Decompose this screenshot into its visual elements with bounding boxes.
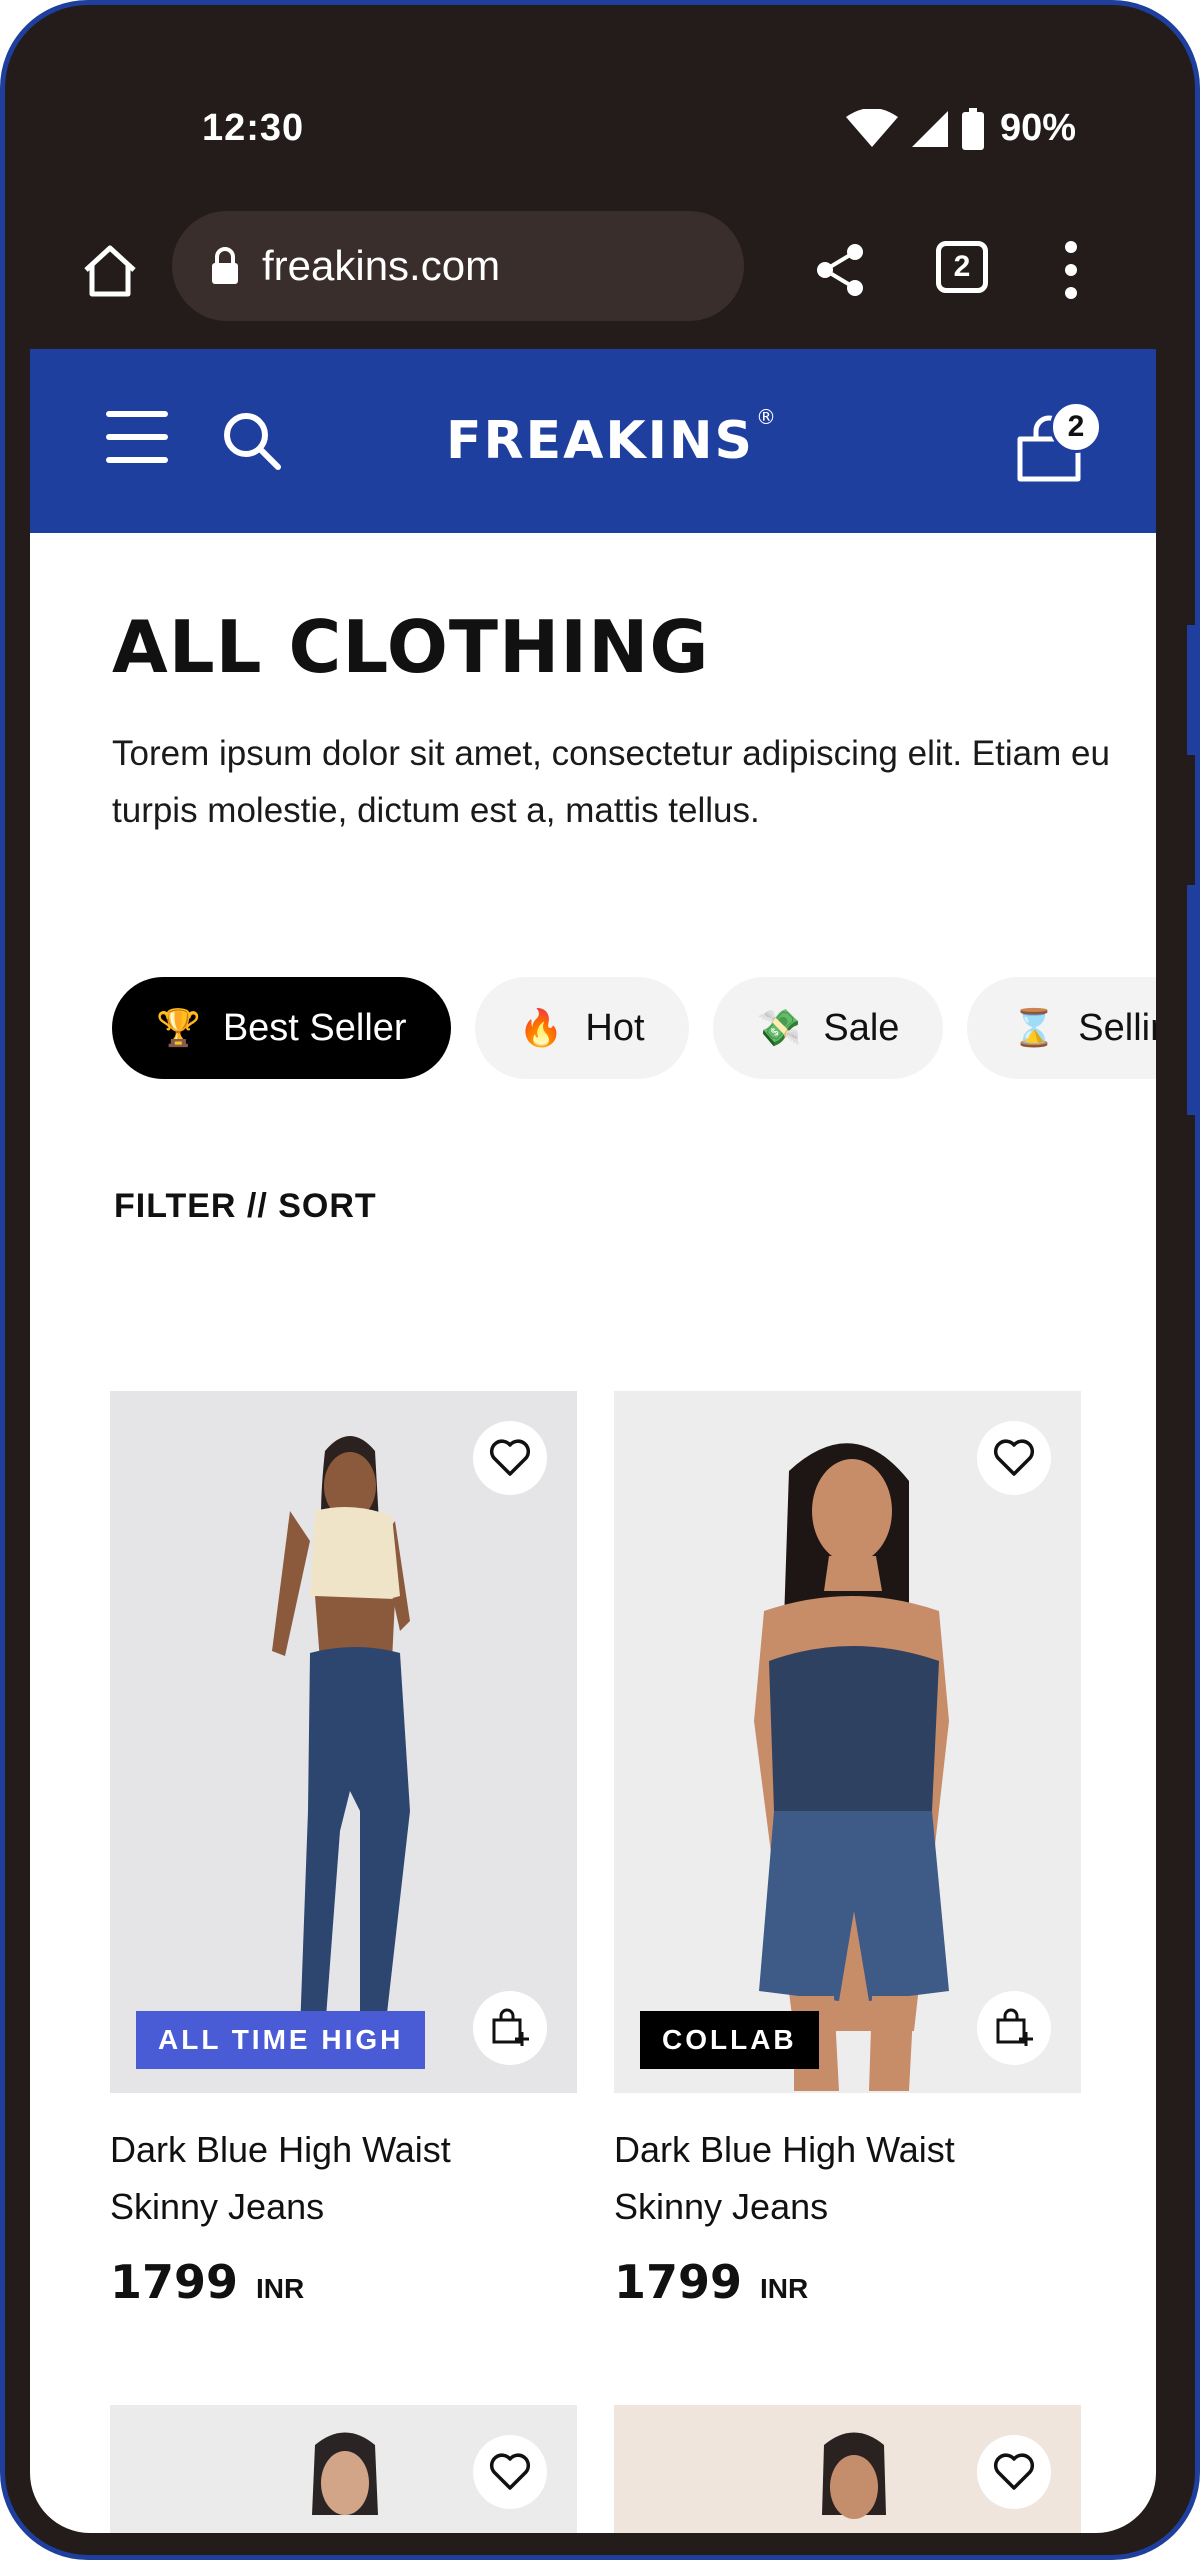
browser-toolbar: freakins.com 2 bbox=[30, 201, 1156, 349]
product-badge: COLLAB bbox=[640, 2011, 819, 2069]
cart-count-badge: 2 bbox=[1050, 401, 1102, 453]
chip-label: Best Seller bbox=[222, 1006, 407, 1049]
price-currency: INR bbox=[256, 2273, 305, 2304]
bag-plus-icon bbox=[492, 2008, 529, 2046]
home-icon bbox=[84, 245, 136, 297]
add-to-bag-button[interactable] bbox=[977, 1991, 1051, 2065]
lock-icon bbox=[212, 247, 238, 284]
share-icon bbox=[817, 244, 863, 296]
heart-icon bbox=[993, 2453, 1035, 2490]
heart-icon bbox=[489, 1439, 531, 1476]
volume-button bbox=[1187, 625, 1195, 755]
power-button bbox=[1187, 885, 1195, 1115]
logo-text: FREAKINS bbox=[446, 411, 754, 471]
battery-icon bbox=[961, 107, 984, 150]
heart-icon bbox=[489, 2453, 531, 2490]
price-currency: INR bbox=[760, 2273, 809, 2304]
wishlist-button[interactable] bbox=[473, 1421, 547, 1495]
page-description: Torem ipsum dolor sit amet, consectetur … bbox=[112, 734, 1110, 830]
screen: 12:30 90% freakins.com 2 FREAKINS ® 2 AL… bbox=[30, 5, 1156, 2533]
wishlist-button[interactable] bbox=[473, 2435, 547, 2509]
battery-percent: 90% bbox=[999, 107, 1076, 149]
product-card[interactable]: ALL TIME HIGH Dark Blue High Waist Skinn… bbox=[110, 1391, 577, 2309]
product-image[interactable] bbox=[614, 2405, 1081, 2533]
product-badge: ALL TIME HIGH bbox=[136, 2011, 426, 2069]
browser-menu-button[interactable] bbox=[1056, 235, 1086, 305]
heart-icon bbox=[993, 1439, 1035, 1476]
tab-switcher-button[interactable]: 2 bbox=[936, 241, 988, 293]
price-amount: 1799 bbox=[614, 2255, 743, 2309]
chip-hot[interactable]: 🔥 Hot bbox=[474, 977, 689, 1079]
wishlist-button[interactable] bbox=[977, 2435, 1051, 2509]
product-price: 1799 INR bbox=[110, 2255, 577, 2309]
url-text: freakins.com bbox=[262, 242, 501, 289]
product-name[interactable]: Dark Blue High Waist Skinny Jeans bbox=[110, 2121, 550, 2235]
add-to-bag-button[interactable] bbox=[473, 1991, 547, 2065]
site-header: FREAKINS ® 2 bbox=[30, 349, 1156, 533]
wishlist-button[interactable] bbox=[977, 1421, 1051, 1495]
home-button[interactable] bbox=[72, 233, 148, 309]
chip-label: Sale bbox=[823, 1006, 900, 1049]
device-frame: 12:30 90% freakins.com 2 FREAKINS ® 2 AL… bbox=[0, 0, 1200, 2560]
category-chips: 🏆 Best Seller 🔥 Hot 💸 Sale ⌛ Selling Fas… bbox=[112, 977, 1156, 1081]
status-icons: 90% bbox=[845, 107, 1076, 150]
fire-icon: 🔥 bbox=[518, 1007, 564, 1048]
price-amount: 1799 bbox=[110, 2255, 239, 2309]
money-icon: 💸 bbox=[756, 1007, 802, 1048]
share-button[interactable] bbox=[806, 235, 876, 305]
hourglass-icon: ⌛ bbox=[1011, 1007, 1057, 1048]
chip-label: Hot bbox=[585, 1006, 645, 1049]
filter-sort-button[interactable]: FILTER // SORT bbox=[114, 1187, 377, 1226]
model-photo bbox=[110, 1391, 577, 2093]
menu-button[interactable] bbox=[106, 411, 168, 463]
status-bar: 12:30 90% bbox=[30, 5, 1156, 201]
bag-plus-icon bbox=[996, 2008, 1033, 2046]
product-price: 1799 INR bbox=[614, 2255, 1081, 2309]
wifi-icon bbox=[845, 108, 898, 147]
registered-mark: ® bbox=[755, 405, 778, 429]
chip-label: Selling Fast bbox=[1078, 1006, 1156, 1049]
trophy-icon: 🏆 bbox=[156, 1007, 201, 1048]
product-card[interactable] bbox=[110, 2405, 577, 2533]
product-name[interactable]: Dark Blue High Waist Skinny Jeans bbox=[614, 2121, 1054, 2235]
product-image[interactable] bbox=[110, 2405, 577, 2533]
search-icon[interactable] bbox=[220, 409, 284, 473]
product-image[interactable]: ALL TIME HIGH bbox=[110, 1391, 577, 2093]
chip-sale[interactable]: 💸 Sale bbox=[712, 977, 944, 1079]
chip-best-seller[interactable]: 🏆 Best Seller bbox=[112, 977, 451, 1079]
product-image[interactable]: COLLAB bbox=[614, 1391, 1081, 2093]
product-card[interactable]: COLLAB Dark Blue High Waist Skinny Jeans… bbox=[614, 1391, 1081, 2309]
brand-logo[interactable]: FREAKINS ® bbox=[446, 405, 778, 471]
signal-icon bbox=[911, 110, 948, 147]
model-photo bbox=[614, 1391, 1081, 2093]
status-time: 12:30 bbox=[202, 107, 305, 149]
url-bar[interactable]: freakins.com bbox=[172, 211, 744, 321]
product-card[interactable] bbox=[614, 2405, 1081, 2533]
page-title: ALL CLOTHING bbox=[112, 605, 710, 689]
chip-selling-fast[interactable]: ⌛ Selling Fast bbox=[967, 977, 1156, 1079]
website: FREAKINS ® 2 ALL CLOTHING Torem ipsum dol… bbox=[30, 349, 1156, 2533]
